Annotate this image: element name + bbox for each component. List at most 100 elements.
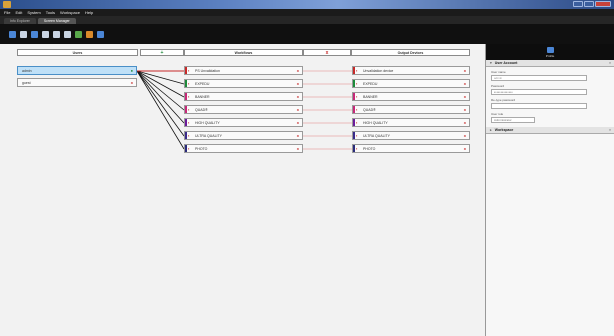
color-indicator bbox=[353, 93, 355, 100]
chevron-right-icon: ▸ bbox=[490, 128, 492, 132]
delete-icon[interactable]: x bbox=[131, 80, 133, 85]
add-user-symbol: + bbox=[160, 49, 164, 56]
menu-tools[interactable]: Tools bbox=[46, 10, 55, 15]
workflows-column-header: Workflows bbox=[184, 49, 303, 56]
device-label: HIGH QUALITY bbox=[363, 120, 388, 125]
color-indicator bbox=[185, 67, 187, 74]
maximize-button[interactable] bbox=[584, 1, 594, 7]
add-user-icon[interactable] bbox=[9, 30, 16, 38]
workspace-title: Workspace bbox=[494, 128, 514, 132]
connector-dot-icon[interactable]: ▪ bbox=[356, 94, 357, 99]
device-item[interactable]: ▪ BANNER x bbox=[352, 92, 470, 101]
workflow-item[interactable]: ▪ PS Unvalidation x bbox=[184, 66, 303, 75]
password-field[interactable]: •••••••••••••• bbox=[491, 89, 587, 95]
user-item-admin[interactable]: admin ● bbox=[17, 66, 137, 75]
close-icon[interactable]: × bbox=[609, 61, 611, 65]
menu-workspace[interactable]: Workspace bbox=[60, 10, 80, 15]
connection-canvas: Users + Workflows x Output Devices admin… bbox=[0, 44, 485, 336]
connector-dot-icon[interactable]: ▪ bbox=[188, 146, 189, 151]
delete-icon[interactable]: x bbox=[464, 120, 466, 125]
connector-dot-icon[interactable]: ▪ bbox=[188, 68, 189, 73]
device-label: BANNER bbox=[363, 94, 378, 99]
delete-icon[interactable]: x bbox=[464, 94, 466, 99]
server-icon[interactable] bbox=[53, 30, 60, 38]
workflow-item[interactable]: ▪ BANNER x bbox=[184, 92, 303, 101]
workspace-panel-header[interactable]: ▸ Workspace × bbox=[486, 127, 614, 134]
minimize-button[interactable] bbox=[573, 1, 583, 7]
username-field[interactable]: admin bbox=[491, 75, 587, 81]
device-item[interactable]: ▪ HIGH QUALITY x bbox=[352, 118, 470, 127]
device-item[interactable]: ▪ ULTRA QUALITY x bbox=[352, 131, 470, 140]
delete-connection-button[interactable]: x bbox=[303, 49, 351, 56]
delete-icon[interactable]: x bbox=[297, 81, 299, 86]
workflow-item[interactable]: ▪ QUAD® x bbox=[184, 105, 303, 114]
user-item-guest[interactable]: guest x bbox=[17, 78, 137, 87]
username-label: User name bbox=[491, 70, 506, 74]
chart-icon[interactable] bbox=[86, 30, 93, 38]
workflow-item[interactable]: ▪ ULTRA QUALITY x bbox=[184, 131, 303, 140]
menu-file[interactable]: File bbox=[4, 10, 10, 15]
retype-password-label: Re-type password bbox=[491, 98, 516, 102]
menu-help[interactable]: Help bbox=[85, 10, 93, 15]
user-role-select[interactable]: Administrator bbox=[491, 117, 535, 123]
delete-icon[interactable]: x bbox=[297, 133, 299, 138]
connector-dot-icon[interactable]: ▪ bbox=[356, 133, 357, 138]
workflow-label: HIGH QUALITY bbox=[195, 120, 220, 125]
delete-icon[interactable]: x bbox=[464, 146, 466, 151]
connector-dot-icon[interactable]: ▪ bbox=[356, 120, 357, 125]
color-indicator bbox=[353, 145, 355, 152]
workflow-label: EXPEDU bbox=[195, 81, 210, 86]
connector-dot-icon[interactable]: ▪ bbox=[356, 81, 357, 86]
add-user-button[interactable]: + bbox=[140, 49, 184, 56]
delete-icon[interactable]: x bbox=[464, 107, 466, 112]
grid-icon[interactable] bbox=[75, 30, 82, 38]
connector-dot-icon[interactable]: ▪ bbox=[356, 68, 357, 73]
connector-dot-icon[interactable]: ▪ bbox=[188, 81, 189, 86]
delete-icon[interactable]: x bbox=[297, 120, 299, 125]
delete-icon[interactable]: x bbox=[464, 68, 466, 73]
delete-icon[interactable]: x bbox=[297, 68, 299, 73]
workflow-item[interactable]: ▪ HIGH QUALITY x bbox=[184, 118, 303, 127]
connector-dot-icon[interactable]: ▪ bbox=[188, 107, 189, 112]
color-indicator bbox=[353, 132, 355, 139]
color-indicator bbox=[185, 145, 187, 152]
color-indicator bbox=[353, 80, 355, 87]
list-icon[interactable] bbox=[64, 30, 71, 38]
workflow-icon[interactable] bbox=[31, 30, 38, 38]
device-item[interactable]: ▪ PHOTO x bbox=[352, 144, 470, 153]
device-item[interactable]: ▪ QUAD® x bbox=[352, 105, 470, 114]
delete-icon[interactable]: x bbox=[464, 133, 466, 138]
device-item[interactable]: ▪ Unvalidation device x bbox=[352, 66, 470, 75]
profile-icon bbox=[546, 46, 554, 53]
delete-icon[interactable]: x bbox=[297, 107, 299, 112]
connector-dot-icon[interactable]: ▪ bbox=[188, 120, 189, 125]
user-account-panel-header[interactable]: ▾ User Account × bbox=[486, 60, 614, 67]
tab-bar: Info Explorer Screen Manager bbox=[0, 16, 614, 24]
delete-icon[interactable]: x bbox=[464, 81, 466, 86]
users-column-header: Users bbox=[17, 49, 138, 56]
connector-dot-icon[interactable]: ▪ bbox=[356, 146, 357, 151]
device-label: Unvalidation device bbox=[363, 68, 394, 73]
layout-icon[interactable] bbox=[97, 30, 104, 38]
workflow-item[interactable]: ▪ PHOTO x bbox=[184, 144, 303, 153]
delete-icon[interactable]: x bbox=[297, 94, 299, 99]
device-item[interactable]: ▪ EXPEDU x bbox=[352, 79, 470, 88]
close-window-button[interactable] bbox=[595, 1, 611, 7]
menu-system[interactable]: System bbox=[27, 10, 40, 15]
window-controls bbox=[573, 1, 611, 7]
retype-password-field[interactable] bbox=[491, 103, 587, 109]
connector-dot-icon[interactable]: ▪ bbox=[356, 107, 357, 112]
menu-edit[interactable]: Edit bbox=[15, 10, 22, 15]
device-icon[interactable] bbox=[42, 30, 49, 38]
user-settings-icon[interactable] bbox=[20, 30, 27, 38]
delete-icon[interactable]: x bbox=[297, 146, 299, 151]
output-devices-column-title: Output Devices bbox=[397, 50, 424, 55]
workflow-item[interactable]: ▪ EXPEDU x bbox=[184, 79, 303, 88]
color-indicator bbox=[185, 80, 187, 87]
close-icon[interactable]: × bbox=[609, 128, 611, 132]
connector-dot-icon[interactable]: ● bbox=[131, 68, 133, 73]
connector-dot-icon[interactable]: ▪ bbox=[188, 133, 189, 138]
connector-dot-icon[interactable]: ▪ bbox=[188, 94, 189, 99]
user-account-title: User Account bbox=[494, 61, 518, 65]
color-indicator bbox=[185, 119, 187, 126]
